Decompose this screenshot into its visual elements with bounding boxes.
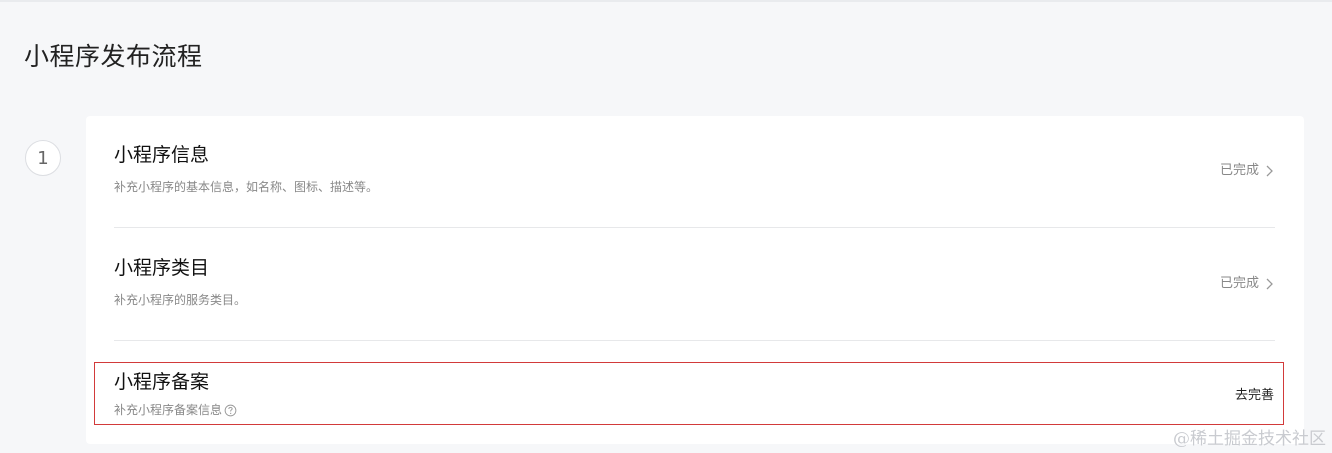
step-number-badge: 1 [25,140,61,176]
publish-steps-card: 小程序信息 补充小程序的基本信息，如名称、图标、描述等。 已完成 小程序类目 补… [86,116,1304,444]
step-item-desc-wrap: 补充小程序备案信息 [114,401,237,419]
top-rule [0,0,1332,2]
step-item-info[interactable]: 小程序信息 补充小程序的基本信息，如名称、图标、描述等。 已完成 [114,142,1275,202]
status-label: 已完成 [1219,276,1259,291]
step-item-desc: 补充小程序的服务类目。 [114,293,247,307]
watermark: @稀土掘金技术社区 [1173,429,1326,449]
step-item-filing[interactable]: 小程序备案 补充小程序备案信息 [114,369,1275,421]
divider [114,340,1275,341]
step-item-category[interactable]: 小程序类目 补充小程序的服务类目。 已完成 [114,255,1275,315]
chevron-right-icon [1266,165,1273,177]
step-item-title: 小程序类目 [114,257,210,279]
page-title: 小程序发布流程 [24,42,203,71]
step-item-title: 小程序备案 [114,371,210,393]
complete-filing-link[interactable]: 去完善 [1235,387,1274,405]
status-label: 已完成 [1219,163,1259,178]
chevron-right-icon [1266,278,1273,290]
step-item-desc: 补充小程序备案信息 [114,403,223,417]
divider [114,227,1275,228]
step-status-link[interactable]: 已完成 [1220,275,1275,293]
step-status-link[interactable]: 已完成 [1220,162,1275,180]
step-item-desc: 补充小程序的基本信息，如名称、图标、描述等。 [114,180,379,194]
question-circle-icon[interactable] [224,404,237,417]
step-number: 1 [37,147,49,169]
step-item-title: 小程序信息 [114,144,210,166]
